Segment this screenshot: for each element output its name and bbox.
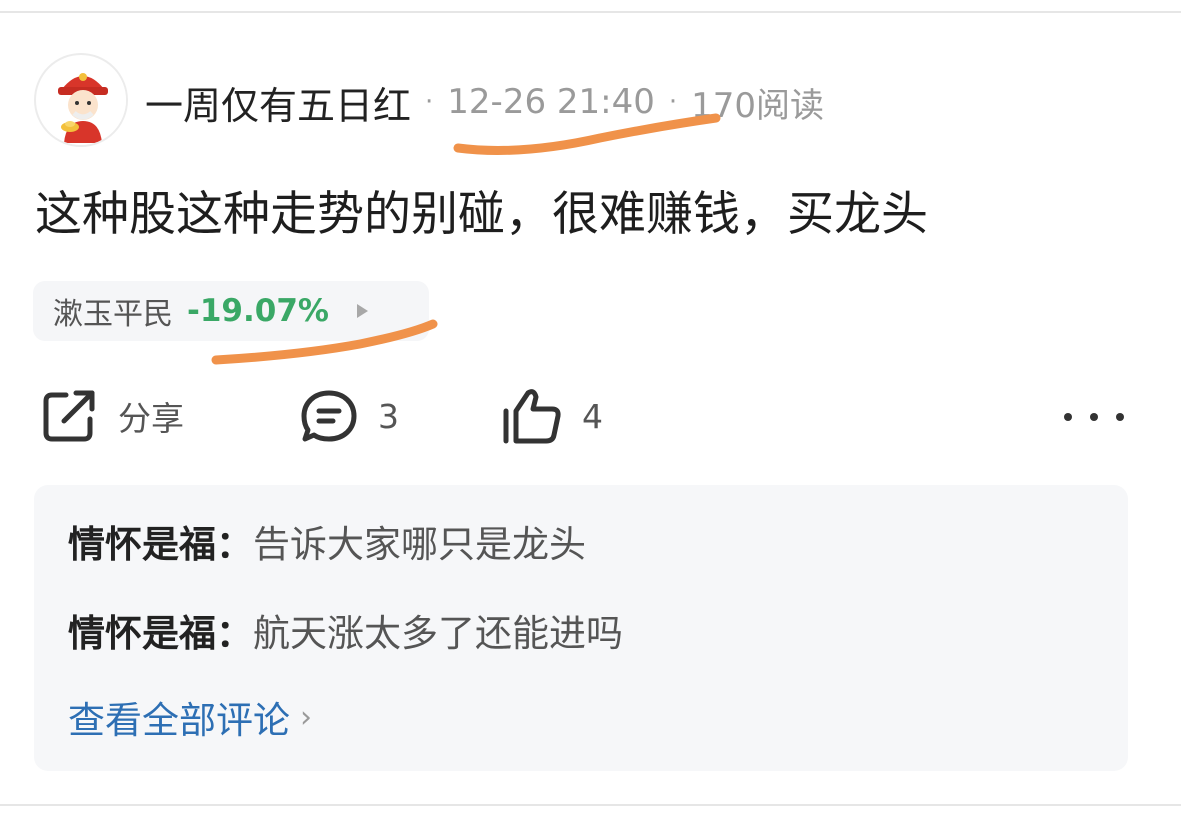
comment-text: 告诉大家哪只是龙头: [253, 523, 586, 566]
like-button[interactable]: 4: [502, 384, 603, 448]
stock-chip[interactable]: 漱玉平民 -19.07%: [33, 281, 429, 341]
triangle-right-icon: [356, 304, 368, 318]
separator-dot: ·: [425, 87, 434, 117]
top-divider: [0, 11, 1181, 13]
more-icon: [1064, 413, 1072, 421]
read-count: 170阅读: [691, 85, 825, 126]
share-label: 分享: [118, 399, 184, 438]
thumbs-up-icon: [503, 389, 561, 444]
comment-button[interactable]: 3: [300, 384, 399, 448]
post-timestamp: 12-26 21:40: [447, 82, 655, 122]
post-content: 这种股这种走势的别碰，很难赚钱，买龙头: [35, 187, 928, 242]
share-icon: [43, 390, 95, 442]
avatar[interactable]: [34, 53, 128, 147]
stock-name: 漱玉平民: [53, 297, 173, 332]
comment-item[interactable]: 情怀是福： 航天涨太多了还能进吗: [68, 602, 623, 658]
like-count: 4: [582, 396, 603, 436]
bottom-divider: [0, 804, 1181, 806]
comment-author: 情怀是福：: [68, 523, 253, 566]
avatar-figure-icon: [38, 57, 126, 145]
separator-dot: ·: [668, 87, 678, 117]
more-icon: [1090, 413, 1098, 421]
view-all-comments-link[interactable]: 查看全部评论 ›: [68, 689, 312, 745]
comment-item[interactable]: 情怀是福： 告诉大家哪只是龙头: [68, 513, 586, 569]
comments-preview: 情怀是福： 告诉大家哪只是龙头 情怀是福： 航天涨太多了还能进吗 查看全部评论 …: [34, 485, 1128, 771]
comment-count: 3: [378, 396, 399, 436]
more-icon: [1116, 413, 1124, 421]
chevron-right-icon: ›: [300, 699, 312, 735]
comment-icon: [301, 390, 357, 442]
comment-author: 情怀是福：: [68, 612, 253, 655]
share-button[interactable]: 分享: [40, 384, 184, 448]
comment-text: 航天涨太多了还能进吗: [253, 612, 623, 655]
more-button[interactable]: [1064, 400, 1124, 434]
author-name[interactable]: 一周仅有五日红: [145, 75, 411, 130]
view-all-label: 查看全部评论: [68, 699, 290, 742]
post-header: 一周仅有五日红 · 12-26 21:40 · 170阅读: [145, 74, 824, 130]
stock-change: -19.07%: [187, 293, 329, 329]
